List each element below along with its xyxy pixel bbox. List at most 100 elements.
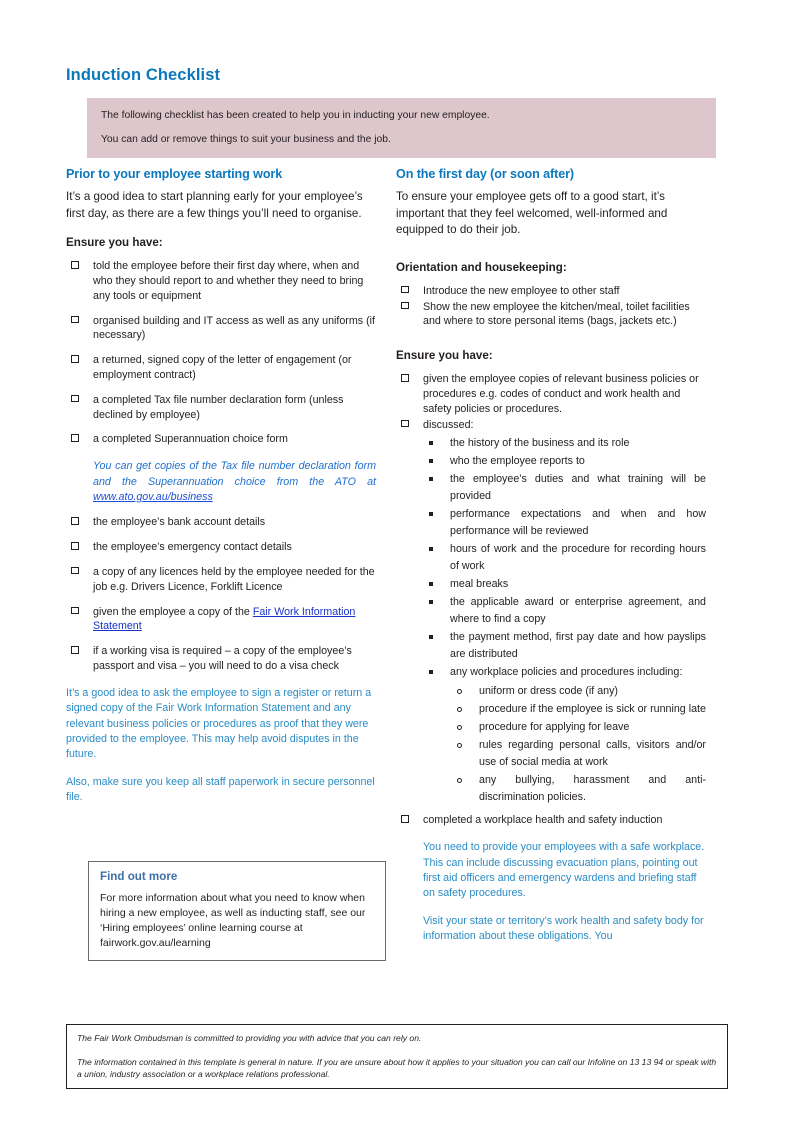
checkbox-icon[interactable] xyxy=(401,301,409,310)
bullet-item: who the employee reports to xyxy=(423,453,706,470)
checklist-item[interactable]: if a working visa is required – a copy o… xyxy=(66,644,376,674)
sub-bullet-item-label: procedure if the employee is sick or run… xyxy=(479,703,706,716)
bullet-item: hours of work and the procedure for reco… xyxy=(423,541,706,575)
checkbox-icon[interactable] xyxy=(401,419,409,428)
checklist-item-label: the employee’s bank account details xyxy=(93,516,266,529)
checkbox-icon[interactable] xyxy=(401,815,409,823)
sub-bullet-item: rules regarding personal calls, visitors… xyxy=(450,737,706,771)
square-bullet-icon xyxy=(429,670,433,675)
sub-bullet-item: procedure for applying for leave xyxy=(450,719,706,736)
circle-bullet-icon xyxy=(457,688,462,694)
square-bullet-icon xyxy=(429,441,433,446)
checklist-item[interactable]: a completed Tax file number declaration … xyxy=(66,393,376,423)
left-column-heading: Prior to your employee starting work xyxy=(66,167,283,181)
checklist-item-label: told the employee before their first day… xyxy=(93,260,364,302)
checklist-item-label: given the employee copies of relevant bu… xyxy=(423,373,699,415)
sub-bullet-item-label: uniform or dress code (if any) xyxy=(479,685,618,698)
ato-website-link[interactable]: www.ato.gov.au/business xyxy=(93,491,213,503)
checklist-item-fwis[interactable]: given the employee a copy of the Fair Wo… xyxy=(66,605,376,635)
checklist-item-label: a completed Tax file number declaration … xyxy=(93,393,344,421)
checkbox-icon[interactable] xyxy=(71,542,79,550)
square-bullet-icon xyxy=(429,600,433,605)
checklist-item-discussed[interactable]: discussed: the history of the business a… xyxy=(396,418,706,807)
bullet-item: the history of the business and its role xyxy=(423,435,706,452)
checklist-item[interactable]: organised building and IT access as well… xyxy=(66,314,376,344)
checklist-item-label: given the employee a copy of the xyxy=(93,605,253,618)
right-column-heading: On the first day (or soon after) xyxy=(396,167,575,181)
checklist-item[interactable]: Introduce the new employee to other staf… xyxy=(396,284,706,299)
checklist-item-label: a completed Superannuation choice form xyxy=(93,433,288,446)
checklist-item-label: a copy of any licences held by the emplo… xyxy=(93,565,375,593)
orientation-checklist: Introduce the new employee to other staf… xyxy=(396,284,706,329)
page-title: Induction Checklist xyxy=(66,66,221,84)
induction-checklist-page: Induction Checklist The following checkl… xyxy=(0,0,793,1122)
disclaimer-footer: The Fair Work Ombudsman is committed to … xyxy=(66,1024,728,1089)
left-checklist-part1: told the employee before their first day… xyxy=(66,259,376,447)
find-out-more-box: Find out more For more information about… xyxy=(88,861,386,961)
left-ensure-heading: Ensure you have: xyxy=(66,236,163,250)
checkbox-icon[interactable] xyxy=(401,285,409,294)
circle-bullet-icon xyxy=(457,724,462,730)
checklist-item[interactable]: a returned, signed copy of the letter of… xyxy=(66,353,376,383)
checklist-item-label: organised building and IT access as well… xyxy=(93,314,375,342)
bullet-item: the payment method, first pay date and h… xyxy=(423,629,706,663)
checklist-item[interactable]: the employee’s emergency contact details xyxy=(66,540,376,555)
square-bullet-icon xyxy=(429,459,433,464)
bullet-item-policies: any workplace policies and procedures in… xyxy=(423,664,706,806)
square-bullet-icon xyxy=(429,635,433,640)
checkbox-icon[interactable] xyxy=(71,261,79,269)
checklist-item[interactable]: a completed Superannuation choice form xyxy=(66,432,376,447)
checklist-item[interactable]: Show the new employee the kitchen/meal, … xyxy=(396,300,706,330)
right-column-intro: To ensure your employee gets off to a go… xyxy=(396,190,668,237)
checkbox-icon[interactable] xyxy=(71,517,79,525)
find-out-more-body: For more information about what you need… xyxy=(100,892,366,949)
square-bullet-icon xyxy=(429,582,433,587)
sub-bullet-item-label: procedure for applying for leave xyxy=(479,721,630,734)
bullet-item: the employee’s duties and what training … xyxy=(423,471,706,505)
left-advisory-2: Also, make sure you keep all staff paper… xyxy=(66,775,375,804)
checkbox-icon[interactable] xyxy=(71,394,79,403)
whs-checklist: completed a workplace health and safety … xyxy=(396,813,706,828)
square-bullet-icon xyxy=(429,477,433,482)
checkbox-icon[interactable] xyxy=(401,374,409,382)
checkbox-icon[interactable] xyxy=(71,646,79,654)
checklist-item[interactable]: a copy of any licences held by the emplo… xyxy=(66,565,376,595)
checkbox-icon[interactable] xyxy=(71,606,79,615)
checkbox-icon[interactable] xyxy=(71,434,79,442)
left-column: Prior to your employee starting work It’… xyxy=(66,167,376,816)
checklist-item[interactable]: told the employee before their first day… xyxy=(66,259,376,303)
whs-advisory-1: You need to provide your employees with … xyxy=(423,841,705,900)
checklist-item-label: a returned, signed copy of the letter of… xyxy=(93,354,352,381)
checkbox-icon[interactable] xyxy=(71,566,79,575)
checklist-item[interactable]: given the employee copies of relevant bu… xyxy=(396,372,706,416)
bullet-item-label: the employee’s duties and what training … xyxy=(450,473,706,503)
bullet-item-label: the applicable award or enterprise agree… xyxy=(450,596,706,626)
checklist-item-label: Show the new employee the kitchen/meal, … xyxy=(423,300,690,328)
bullet-item-label: who the employee reports to xyxy=(450,455,585,468)
left-advisory-1: It’s a good idea to ask the employee to … xyxy=(66,686,372,761)
disclaimer-line-1: The Fair Work Ombudsman is committed to … xyxy=(77,1033,422,1043)
bullet-item: performance expectations and when and ho… xyxy=(423,506,706,540)
sub-bullet-item: any bullying, harassment and anti-discri… xyxy=(450,772,706,806)
whs-advisory-2: Visit your state or territory’s work hea… xyxy=(423,914,704,943)
bullet-item-label: performance expectations and when and ho… xyxy=(450,508,706,538)
checklist-item[interactable]: the employee’s bank account details xyxy=(66,515,376,530)
policy-sub-bullet-list: uniform or dress code (if any) procedure… xyxy=(450,683,706,806)
intro-banner-line-1: The following checklist has been created… xyxy=(101,110,490,121)
checklist-item-whs[interactable]: completed a workplace health and safety … xyxy=(396,813,706,828)
bullet-item-label: the payment method, first pay date and h… xyxy=(450,631,706,661)
checklist-item-label: Introduce the new employee to other staf… xyxy=(423,284,620,297)
ensure-checklist: given the employee copies of relevant bu… xyxy=(396,372,706,806)
bullet-item-label: the history of the business and its role xyxy=(450,437,630,450)
sub-bullet-item: procedure if the employee is sick or run… xyxy=(450,701,706,718)
checkbox-icon[interactable] xyxy=(71,355,79,363)
checkbox-icon[interactable] xyxy=(71,315,79,324)
square-bullet-icon xyxy=(429,547,433,552)
checklist-item-label: the employee’s emergency contact details xyxy=(93,541,292,554)
ato-note-text: You can get copies of the Tax file numbe… xyxy=(93,460,376,488)
circle-bullet-icon xyxy=(457,777,462,783)
disclaimer-line-2: The information contained in this templa… xyxy=(77,1057,717,1079)
bullet-item-label: hours of work and the procedure for reco… xyxy=(450,543,706,573)
right-column: On the first day (or soon after) To ensu… xyxy=(396,167,706,955)
bullet-item-label: any workplace policies and procedures in… xyxy=(450,666,683,679)
